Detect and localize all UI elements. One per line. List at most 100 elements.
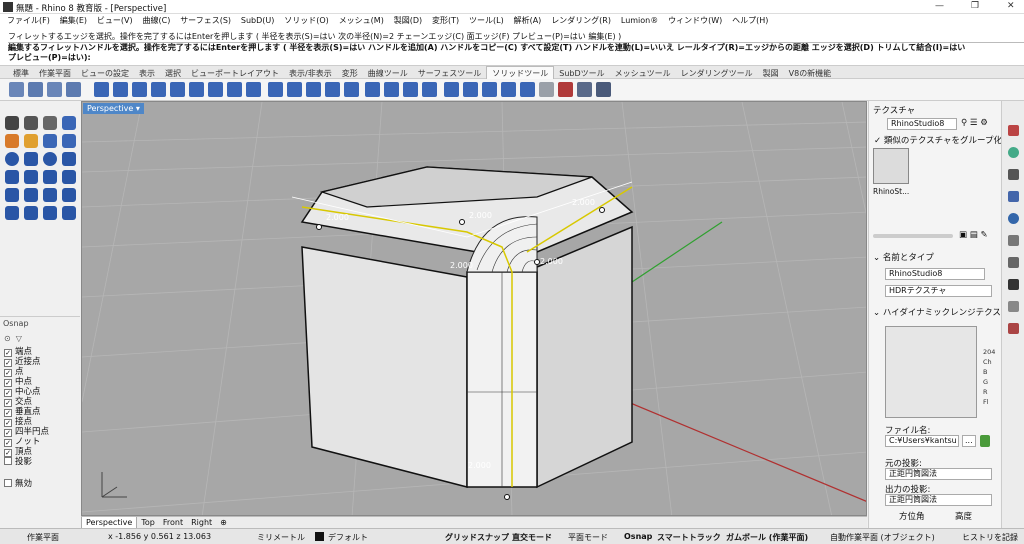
- array-hole-icon[interactable]: [444, 82, 459, 97]
- create-solid-icon[interactable]: [189, 82, 204, 97]
- boolean-intersection-icon[interactable]: [132, 82, 147, 97]
- perspective-viewport[interactable]: 2.000 2.000 2.000 2.000 2.000 2.000: [81, 101, 867, 516]
- add-viewport-icon[interactable]: ⊕: [216, 517, 231, 528]
- texture-name-field[interactable]: RhinoStudio8: [885, 268, 985, 280]
- group-similar-checkbox[interactable]: ✓ 類似のテクスチャをグループ化: [874, 134, 1002, 146]
- command-prompt-continuation[interactable]: プレビュー(P)=はい):: [8, 53, 1024, 63]
- current-layer[interactable]: デフォルト: [328, 532, 368, 543]
- osnap-item[interactable]: ✓ 中点: [4, 377, 32, 387]
- fillet-handle[interactable]: [316, 224, 322, 230]
- section-hdr[interactable]: ⌄ ハイダイナミックレンジテクス: [873, 306, 1001, 318]
- menu-view[interactable]: ビュー(V): [97, 14, 133, 28]
- extrude-face-icon[interactable]: [325, 82, 340, 97]
- checkbox[interactable]: [4, 457, 12, 465]
- blend-edge-icon[interactable]: [28, 82, 43, 97]
- osnap-item[interactable]: ✓ 四半円点: [4, 427, 49, 437]
- checkbox[interactable]: ✓: [4, 409, 12, 417]
- tube-icon[interactable]: [62, 170, 76, 184]
- osnap-item[interactable]: ✓ ノット: [4, 437, 40, 447]
- planar-toggle[interactable]: 平面モード: [568, 532, 608, 543]
- viewport-tab-top[interactable]: Top: [137, 517, 159, 528]
- torus-icon[interactable]: [62, 152, 76, 166]
- section-name-type[interactable]: ⌄ 名前とタイプ: [873, 251, 934, 263]
- menu-surface[interactable]: サーフェス(S): [180, 14, 231, 28]
- camera-icon[interactable]: [1008, 235, 1019, 246]
- boolean-union-icon[interactable]: [94, 82, 109, 97]
- checkbox[interactable]: ✓: [4, 439, 12, 447]
- menu-analyze[interactable]: 解析(A): [514, 14, 542, 28]
- tab-solid-tools[interactable]: ソリッドツール: [486, 66, 555, 80]
- menu-tools[interactable]: ツール(L): [469, 14, 504, 28]
- texture-dropdown[interactable]: RhinoStudio8: [887, 118, 957, 130]
- viewport-tab-right[interactable]: Right: [187, 517, 216, 528]
- variable-fillet-icon[interactable]: [66, 82, 81, 97]
- pyramid-icon[interactable]: [24, 170, 38, 184]
- menu-render[interactable]: レンダリング(R): [551, 14, 611, 28]
- fillet-edge-icon[interactable]: [9, 82, 24, 97]
- solid-box-icon[interactable]: [62, 116, 76, 130]
- text-object-icon[interactable]: [501, 82, 516, 97]
- truncated-cone-icon[interactable]: [43, 170, 57, 184]
- extrude-icon[interactable]: [62, 134, 76, 148]
- boolean-two-objects-icon[interactable]: [170, 82, 185, 97]
- display-icon[interactable]: [1008, 169, 1019, 180]
- rib-icon[interactable]: [43, 206, 57, 220]
- ellipse-solid-icon[interactable]: [43, 188, 57, 202]
- viewport-title[interactable]: Perspective ▾: [83, 103, 144, 114]
- cylinder-icon[interactable]: [43, 152, 57, 166]
- menu-subd[interactable]: SubD(U): [241, 14, 274, 28]
- ortho-toggle[interactable]: 直交モード: [512, 532, 552, 543]
- help-icon[interactable]: [1008, 301, 1019, 312]
- shell-icon[interactable]: [246, 82, 261, 97]
- fillet-handle[interactable]: [534, 259, 540, 265]
- record-history-toggle[interactable]: ヒストリを記録: [962, 532, 1018, 543]
- checkbox[interactable]: ✓: [4, 379, 12, 387]
- bend-icon[interactable]: [62, 206, 76, 220]
- move-face-icon[interactable]: [268, 82, 283, 97]
- cone-icon[interactable]: [5, 170, 19, 184]
- box-edit-icon[interactable]: [558, 82, 573, 97]
- bottle-icon[interactable]: [577, 82, 592, 97]
- lock-solid-icon[interactable]: [520, 82, 535, 97]
- capsule-icon[interactable]: [24, 188, 38, 202]
- menu-help[interactable]: ヘルプ(H): [732, 14, 768, 28]
- environment-icon[interactable]: [1008, 191, 1019, 202]
- layer-color-swatch[interactable]: [315, 532, 324, 541]
- surface-check-icon[interactable]: [539, 82, 554, 97]
- osnap-item[interactable]: ✓ 点: [4, 367, 24, 377]
- eyedropper-icon[interactable]: [980, 435, 990, 447]
- layers-icon[interactable]: [1008, 257, 1019, 268]
- fillet-active-icon[interactable]: [24, 134, 38, 148]
- osnap-item[interactable]: ✓ 頂点: [4, 447, 32, 457]
- move-edge-icon[interactable]: [287, 82, 302, 97]
- paint-icon[interactable]: [1008, 125, 1019, 136]
- texture-thumbnail[interactable]: [873, 148, 909, 184]
- slab-icon[interactable]: [24, 206, 38, 220]
- grid-snap-toggle[interactable]: グリッドスナップ: [445, 532, 509, 543]
- checkbox[interactable]: ✓: [4, 399, 12, 407]
- osnap-toggle[interactable]: Osnap: [624, 532, 652, 541]
- text-solid-icon[interactable]: [5, 206, 19, 220]
- menu-curve[interactable]: 曲線(C): [142, 14, 170, 28]
- checkbox[interactable]: ✓: [4, 369, 12, 377]
- rotate-hole-icon[interactable]: [422, 82, 437, 97]
- osnap-item[interactable]: ✓ 垂直点: [4, 407, 41, 417]
- cap-planar-holes-icon[interactable]: [208, 82, 223, 97]
- fillet-handle[interactable]: [599, 207, 605, 213]
- auto-cplane-toggle[interactable]: 自動作業平面 (オブジェクト): [830, 532, 935, 543]
- checkbox[interactable]: ✓: [4, 429, 12, 437]
- viewport-tab-front[interactable]: Front: [159, 517, 187, 528]
- pipe-icon[interactable]: [5, 188, 19, 202]
- chamfer-edge-icon[interactable]: [47, 82, 62, 97]
- cone-solid-icon[interactable]: [62, 188, 76, 202]
- checkbox[interactable]: ✓: [4, 419, 12, 427]
- move-hole-icon[interactable]: [306, 82, 321, 97]
- maximize-button[interactable]: ❐: [971, 1, 979, 11]
- checkbox[interactable]: [4, 479, 12, 487]
- smarttrack-toggle[interactable]: スマートトラック: [657, 532, 721, 543]
- osnap-toggle-row[interactable]: ⊙ ▽: [4, 334, 22, 344]
- command-prompt-line[interactable]: 編集するフィレットハンドルを選択。操作を完了するにはEnterを押します ( 半…: [8, 42, 1024, 53]
- checkbox[interactable]: ✓: [4, 389, 12, 397]
- gumball-toggle[interactable]: ガムボール (作業平面): [726, 532, 808, 543]
- menu-lumion[interactable]: Lumion®: [621, 14, 658, 28]
